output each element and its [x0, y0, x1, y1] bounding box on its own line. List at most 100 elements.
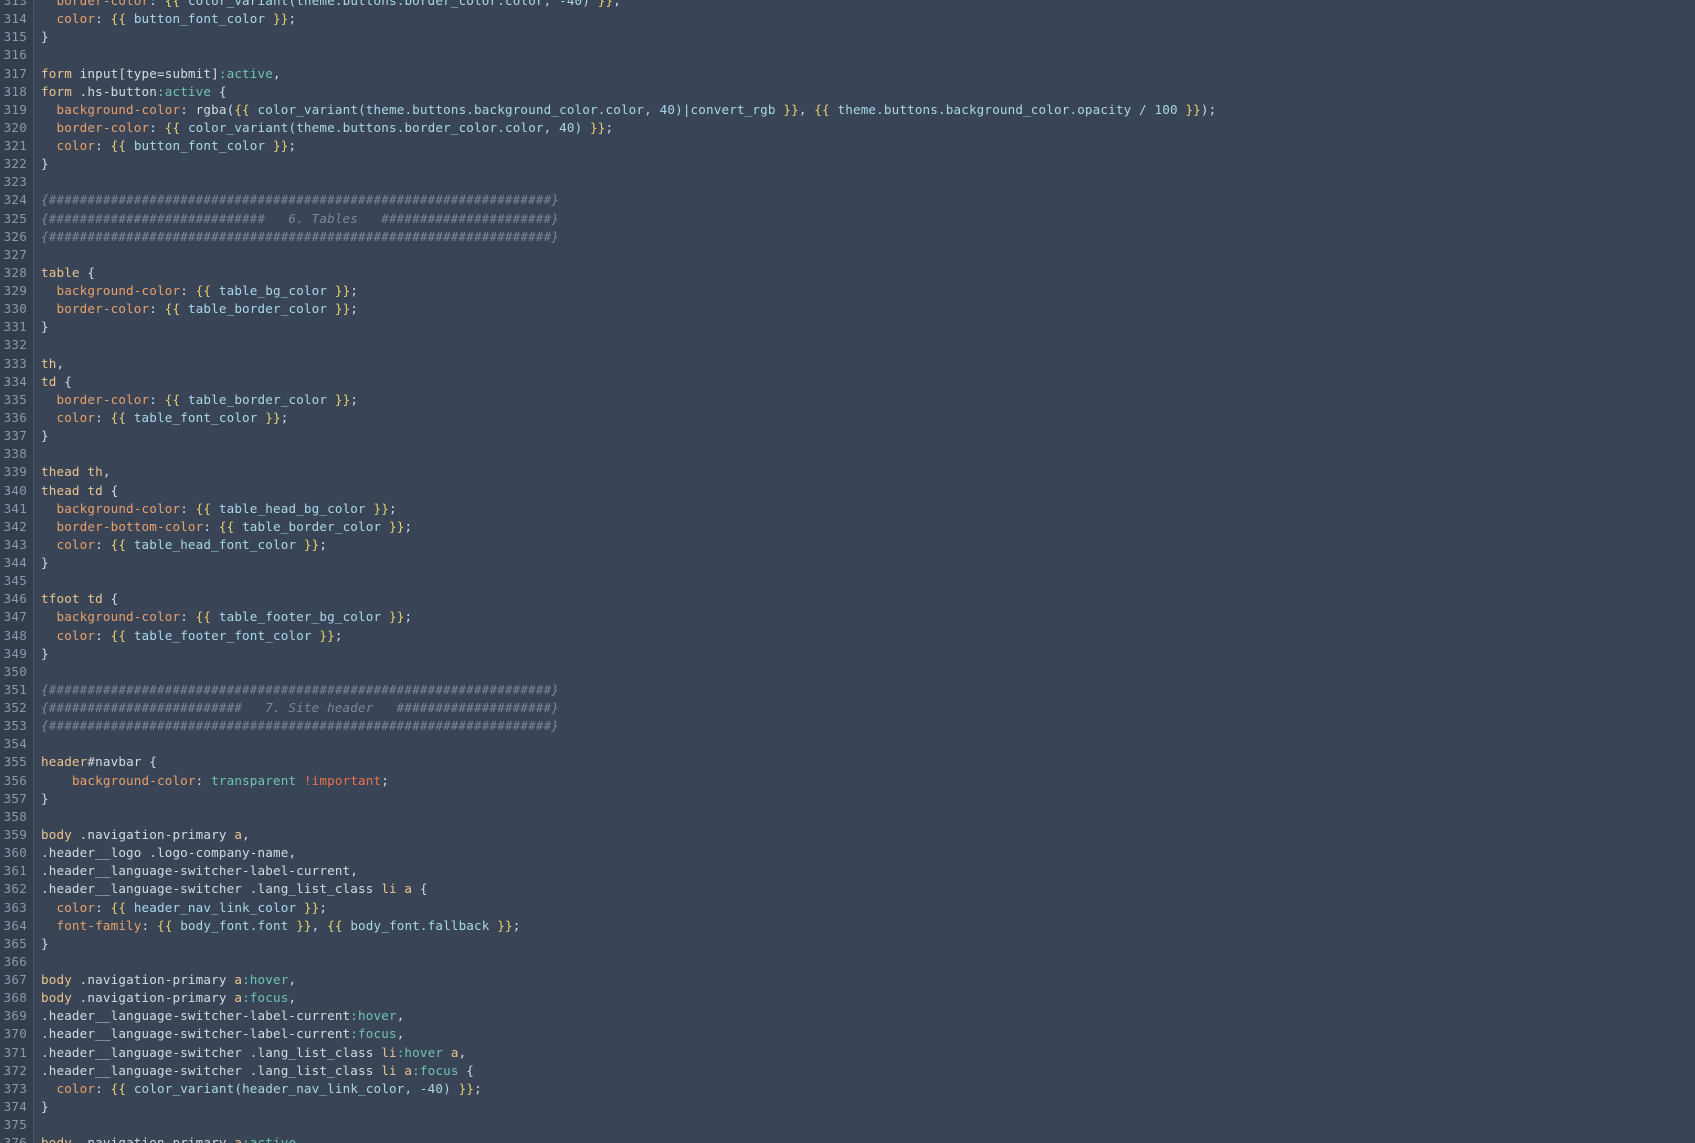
- line-source[interactable]: color: {{ color_variant(header_nav_link_…: [41, 1080, 482, 1098]
- code-line[interactable]: 329 background-color: {{ table_bg_color …: [0, 282, 1695, 300]
- line-source[interactable]: border-color: {{ table_border_color }};: [41, 391, 358, 409]
- code-line[interactable]: 314 color: {{ button_font_color }};: [0, 10, 1695, 28]
- line-source[interactable]: border-color: {{ table_border_color }};: [41, 300, 358, 318]
- line-source[interactable]: body .navigation-primary a:active,: [41, 1134, 304, 1143]
- code-line[interactable]: 326 {####################################…: [0, 228, 1695, 246]
- code-line[interactable]: 330 border-color: {{ table_border_color …: [0, 300, 1695, 318]
- line-source[interactable]: {#######################################…: [41, 717, 559, 735]
- line-source[interactable]: td {: [41, 373, 72, 391]
- code-line[interactable]: 367 body .navigation-primary a:hover,: [0, 971, 1695, 989]
- line-source[interactable]: }: [41, 155, 49, 173]
- code-line[interactable]: 368 body .navigation-primary a:focus,: [0, 989, 1695, 1007]
- line-source[interactable]: thead td {: [41, 482, 118, 500]
- code-line[interactable]: 351 {####################################…: [0, 681, 1695, 699]
- line-source[interactable]: .header__logo .logo-company-name,: [41, 844, 296, 862]
- code-line[interactable]: 370 .header__language-switcher-label-curr…: [0, 1025, 1695, 1043]
- code-line[interactable]: 361 .header__language-switcher-label-curr…: [0, 862, 1695, 880]
- code-line[interactable]: ▾ 334 td {: [0, 373, 1695, 391]
- code-line[interactable]: 338: [0, 445, 1695, 463]
- code-line[interactable]: 325 {############################ 6. Tabl…: [0, 210, 1695, 228]
- line-source[interactable]: background-color: {{ table_footer_bg_col…: [41, 608, 412, 626]
- line-source[interactable]: background-color: transparent !important…: [41, 772, 389, 790]
- code-line[interactable]: 356 background-color: transparent !impor…: [0, 772, 1695, 790]
- code-line[interactable]: 313 border-color: {{ color_variant(theme…: [0, 0, 1695, 10]
- code-line[interactable]: 366: [0, 953, 1695, 971]
- line-source[interactable]: .header__language-switcher .lang_list_cl…: [41, 1062, 474, 1080]
- line-source[interactable]: {#######################################…: [41, 681, 559, 699]
- code-line[interactable]: ▾ 340 thead td {: [0, 482, 1695, 500]
- line-source[interactable]: form .hs-button:active {: [41, 83, 227, 101]
- line-source[interactable]: table {: [41, 264, 95, 282]
- code-line[interactable]: 348 color: {{ table_footer_font_color }}…: [0, 627, 1695, 645]
- code-line[interactable]: 353 {####################################…: [0, 717, 1695, 735]
- line-source[interactable]: body .navigation-primary a:hover,: [41, 971, 296, 989]
- code-line[interactable]: ▾ 372 .header__language-switcher .lang_lis…: [0, 1062, 1695, 1080]
- line-source[interactable]: background-color: rgba({{ color_variant(…: [41, 101, 1216, 119]
- line-source[interactable]: background-color: {{ table_bg_color }};: [41, 282, 358, 300]
- code-line[interactable]: ▾ 318 form .hs-button:active {: [0, 83, 1695, 101]
- line-source[interactable]: }: [41, 427, 49, 445]
- code-line[interactable]: 315}: [0, 28, 1695, 46]
- code-line[interactable]: 317 form input[type=submit]:active,: [0, 65, 1695, 83]
- line-source[interactable]: font-family: {{ body_font.font }}, {{ bo…: [41, 917, 520, 935]
- code-line[interactable]: 359 body .navigation-primary a,: [0, 826, 1695, 844]
- code-line[interactable]: 358: [0, 808, 1695, 826]
- line-source[interactable]: {######################### 7. Site heade…: [41, 699, 559, 717]
- line-source[interactable]: color: {{ header_nav_link_color }};: [41, 899, 327, 917]
- code-line[interactable]: 336 color: {{ table_font_color }};: [0, 409, 1695, 427]
- code-line[interactable]: 343 color: {{ table_head_font_color }};: [0, 536, 1695, 554]
- code-line[interactable]: 327: [0, 246, 1695, 264]
- code-line[interactable]: 337}: [0, 427, 1695, 445]
- code-line[interactable]: ▾ 355 header#navbar {: [0, 753, 1695, 771]
- line-source[interactable]: .header__language-switcher-label-current…: [41, 1025, 404, 1043]
- line-source[interactable]: form input[type=submit]:active,: [41, 65, 281, 83]
- line-source[interactable]: body .navigation-primary a:focus,: [41, 989, 296, 1007]
- code-line[interactable]: 323: [0, 173, 1695, 191]
- line-source[interactable]: }: [41, 318, 49, 336]
- line-source[interactable]: thead th,: [41, 463, 111, 481]
- code-line[interactable]: 374}: [0, 1098, 1695, 1116]
- code-line[interactable]: 344}: [0, 554, 1695, 572]
- line-source[interactable]: }: [41, 790, 49, 808]
- line-source[interactable]: color: {{ button_font_color }};: [41, 10, 296, 28]
- code-line[interactable]: 371 .header__language-switcher .lang_list…: [0, 1044, 1695, 1062]
- line-source[interactable]: color: {{ button_font_color }};: [41, 137, 296, 155]
- code-line[interactable]: 324 {####################################…: [0, 191, 1695, 209]
- code-line[interactable]: 349}: [0, 645, 1695, 663]
- code-line[interactable]: 360 .header__logo .logo-company-name,: [0, 844, 1695, 862]
- code-line[interactable]: 319 background-color: rgba({{ color_vari…: [0, 101, 1695, 119]
- line-source[interactable]: .header__language-switcher .lang_list_cl…: [41, 1044, 466, 1062]
- line-source[interactable]: background-color: {{ table_head_bg_color…: [41, 500, 397, 518]
- code-line[interactable]: 347 background-color: {{ table_footer_bg…: [0, 608, 1695, 626]
- code-line[interactable]: 373 color: {{ color_variant(header_nav_l…: [0, 1080, 1695, 1098]
- code-line[interactable]: 350: [0, 663, 1695, 681]
- code-line[interactable]: ▾ 346 tfoot td {: [0, 590, 1695, 608]
- line-source[interactable]: }: [41, 645, 49, 663]
- code-line[interactable]: 376 body .navigation-primary a:active,: [0, 1134, 1695, 1143]
- code-line[interactable]: 331}: [0, 318, 1695, 336]
- code-line[interactable]: 363 color: {{ header_nav_link_color }};: [0, 899, 1695, 917]
- line-source[interactable]: header#navbar {: [41, 753, 157, 771]
- line-source[interactable]: border-color: {{ color_variant(theme.but…: [41, 0, 621, 10]
- line-source[interactable]: }: [41, 28, 49, 46]
- line-source[interactable]: {#######################################…: [41, 191, 559, 209]
- line-source[interactable]: }: [41, 554, 49, 572]
- code-line[interactable]: 352 {######################### 7. Site he…: [0, 699, 1695, 717]
- line-source[interactable]: }: [41, 1098, 49, 1116]
- line-source[interactable]: .header__language-switcher-label-current…: [41, 1007, 404, 1025]
- code-line[interactable]: 364 font-family: {{ body_font.font }}, {…: [0, 917, 1695, 935]
- line-source[interactable]: th,: [41, 355, 64, 373]
- code-line[interactable]: ▾ 362 .header__language-switcher .lang_lis…: [0, 880, 1695, 898]
- line-source[interactable]: .header__language-switcher .lang_list_cl…: [41, 880, 428, 898]
- code-line[interactable]: 354: [0, 735, 1695, 753]
- code-line[interactable]: 375: [0, 1116, 1695, 1134]
- line-source[interactable]: }: [41, 935, 49, 953]
- code-line[interactable]: ▾ 328 table {: [0, 264, 1695, 282]
- line-source[interactable]: tfoot td {: [41, 590, 118, 608]
- code-line[interactable]: 342 border-bottom-color: {{ table_border…: [0, 518, 1695, 536]
- code-line[interactable]: 316: [0, 46, 1695, 64]
- line-source[interactable]: .header__language-switcher-label-current…: [41, 862, 358, 880]
- code-line[interactable]: 365}: [0, 935, 1695, 953]
- code-line[interactable]: 320 border-color: {{ color_variant(theme…: [0, 119, 1695, 137]
- line-source[interactable]: {#######################################…: [41, 228, 559, 246]
